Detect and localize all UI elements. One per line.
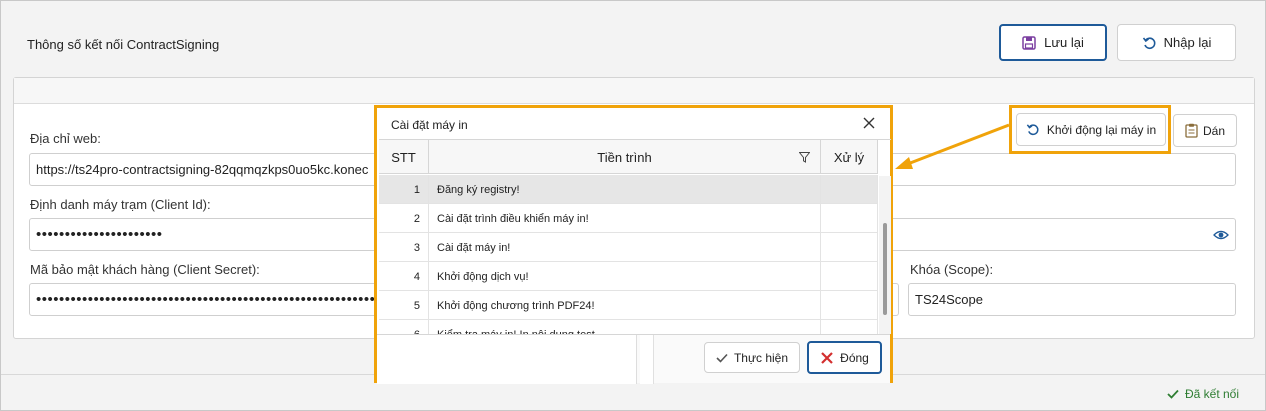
reset-button[interactable]: Nhập lại bbox=[1117, 24, 1236, 61]
close-button[interactable]: Đóng bbox=[807, 341, 882, 374]
annotation-arrow bbox=[895, 123, 1010, 169]
scope-field[interactable]: TS24Scope bbox=[908, 283, 1236, 316]
row-status bbox=[821, 262, 878, 291]
table-row[interactable]: 1 Đăng ký registry! bbox=[379, 175, 878, 204]
dialog-title: Cài đặt máy in bbox=[391, 118, 468, 132]
restart-icon bbox=[1026, 124, 1039, 136]
save-icon bbox=[1022, 35, 1036, 50]
row-stt: 6 bbox=[379, 320, 429, 334]
page-title: Thông số kết nối ContractSigning bbox=[27, 37, 220, 52]
row-process: Cài đặt trình điều khiển máy in! bbox=[429, 204, 821, 233]
undo-icon bbox=[1142, 36, 1156, 49]
row-status bbox=[821, 320, 878, 334]
execute-button[interactable]: Thực hiện bbox=[704, 342, 800, 373]
client-id-label: Định danh máy trạm (Client Id): bbox=[30, 197, 211, 212]
paste-button-label: Dán bbox=[1202, 123, 1225, 138]
column-stt[interactable]: STT bbox=[379, 140, 429, 174]
row-process: Đăng ký registry! bbox=[429, 175, 821, 204]
grid-scrollbar[interactable] bbox=[879, 176, 891, 334]
row-stt: 1 bbox=[379, 175, 429, 204]
row-status bbox=[821, 233, 878, 262]
column-status[interactable]: Xử lý bbox=[821, 140, 878, 174]
restart-printer-label: Khởi động lại máy in bbox=[1046, 122, 1157, 137]
status-text: Đã kết nối bbox=[1184, 387, 1239, 401]
column-process-label: Tiền trình bbox=[597, 149, 652, 165]
table-row[interactable]: 2 Cài đặt trình điều khiển máy in! bbox=[379, 204, 878, 233]
paste-button[interactable]: Dán bbox=[1173, 114, 1237, 147]
row-stt: 5 bbox=[379, 291, 429, 320]
row-status bbox=[821, 291, 878, 320]
footer-left-pane bbox=[377, 335, 637, 384]
execute-button-label: Thực hiện bbox=[733, 350, 789, 365]
save-button-label: Lưu lại bbox=[1044, 35, 1084, 50]
row-stt: 4 bbox=[379, 262, 429, 291]
row-process: Khởi động chương trình PDF24! bbox=[429, 291, 821, 320]
close-icon[interactable] bbox=[860, 114, 878, 132]
close-button-label: Đóng bbox=[840, 350, 869, 365]
dialog-footer: Thực hiện Đóng bbox=[377, 334, 890, 384]
panel-header bbox=[14, 78, 1254, 104]
scope-label: Khóa (Scope): bbox=[910, 262, 994, 277]
footer-spacer bbox=[640, 335, 654, 384]
close-x-icon bbox=[821, 351, 833, 364]
grid-header: STT Tiền trình Xử lý bbox=[379, 140, 878, 174]
printer-setup-dialog: Cài đặt máy in STT Tiền trình Xử lý 1 Đăn… bbox=[374, 105, 893, 384]
row-stt: 3 bbox=[379, 233, 429, 262]
client-secret-label: Mã bảo mật khách hàng (Client Secret): bbox=[30, 262, 260, 277]
check-icon bbox=[1167, 389, 1179, 399]
row-process: Kiểm tra máy in! In nội dung test bbox=[429, 320, 821, 334]
save-button[interactable]: Lưu lại bbox=[999, 24, 1107, 61]
row-process: Khởi động dịch vụ! bbox=[429, 262, 821, 291]
table-row[interactable]: 3 Cài đặt máy in! bbox=[379, 233, 878, 262]
table-row[interactable]: 4 Khởi động dịch vụ! bbox=[379, 262, 878, 291]
process-grid: STT Tiền trình Xử lý 1 Đăng ký registry! 2… bbox=[379, 139, 891, 334]
column-process[interactable]: Tiền trình bbox=[429, 140, 821, 174]
client-id-value: •••••••••••••••••••••• bbox=[36, 226, 163, 243]
filter-icon[interactable] bbox=[799, 152, 810, 163]
row-status bbox=[821, 175, 878, 204]
clipboard-icon bbox=[1185, 123, 1198, 138]
client-secret-value: ••••••••••••••••••••••••••••••••••••••••… bbox=[36, 291, 382, 308]
connection-status: Đã kết nối bbox=[1167, 387, 1239, 401]
check-icon bbox=[716, 353, 728, 363]
row-stt: 2 bbox=[379, 204, 429, 233]
row-status bbox=[821, 204, 878, 233]
reset-button-label: Nhập lại bbox=[1163, 35, 1212, 50]
restart-printer-button[interactable]: Khởi động lại máy in bbox=[1016, 113, 1166, 146]
table-row[interactable]: 5 Khởi động chương trình PDF24! bbox=[379, 291, 878, 320]
show-password-icon[interactable] bbox=[1213, 228, 1229, 242]
app-window: Thông số kết nối ContractSigning Lưu lại… bbox=[0, 0, 1266, 411]
web-address-label: Địa chỉ web: bbox=[30, 131, 101, 146]
row-process: Cài đặt máy in! bbox=[429, 233, 821, 262]
scrollbar-thumb[interactable] bbox=[883, 223, 887, 315]
table-row[interactable]: 6Kiểm tra máy in! In nội dung test bbox=[379, 320, 878, 334]
